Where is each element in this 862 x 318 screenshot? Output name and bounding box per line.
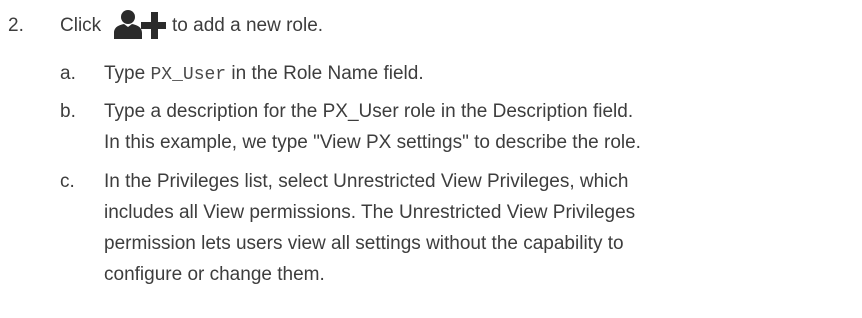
substep-body: Type PX_User in the Role Name field. — [104, 58, 844, 91]
step-text-add-role: to add a new role. — [172, 15, 324, 36]
substep-text: in the Role Name field. — [231, 63, 424, 84]
substep-line: configure or change them. — [104, 264, 325, 285]
substep-body: In the Privileges list, select Unrestric… — [104, 166, 844, 290]
substep-line: Type a description for the PX_User role … — [104, 101, 634, 122]
step-2-row: 2. Click to add a new role. — [0, 8, 862, 48]
role-name-code: PX_User — [150, 65, 227, 85]
substep-letter: c. — [60, 171, 75, 192]
substep-text: Type — [104, 63, 146, 84]
add-user-icon — [114, 8, 166, 40]
substep-line: In this example, we type "View PX settin… — [104, 132, 641, 153]
substep-line: permission lets users view all settings … — [104, 233, 624, 254]
substep-body: Type a description for the PX_User role … — [104, 96, 844, 158]
step-text-click: Click — [60, 15, 102, 36]
substep-line: In the Privileges list, select Unrestric… — [104, 171, 629, 192]
substep-letter: a. — [60, 63, 76, 84]
substep-letter: b. — [60, 101, 76, 122]
substep-line: includes all View permissions. The Unres… — [104, 202, 636, 223]
step-number: 2. — [8, 15, 24, 36]
